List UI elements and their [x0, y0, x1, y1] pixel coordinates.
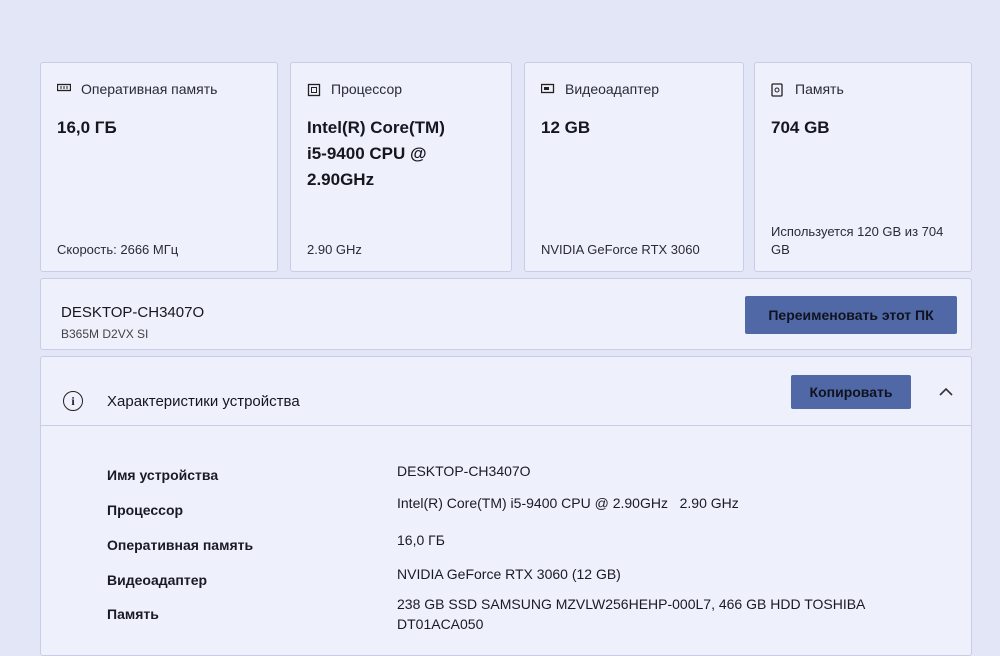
spec-label-storage: Память	[107, 606, 159, 622]
device-specs-title: Характеристики устройства	[107, 393, 300, 410]
ram-card: Оперативная память 16,0 ГБ Скорость: 266…	[40, 62, 278, 272]
storage-card: Память 704 GB Используется 120 GB из 704…	[754, 62, 972, 272]
storage-card-header: Память	[771, 81, 844, 97]
device-specs-header[interactable]: i Характеристики устройства Копировать	[41, 357, 971, 426]
storage-card-usage: Используется 120 GB из 704 GB	[771, 223, 943, 259]
ram-card-title: Оперативная память	[81, 81, 218, 97]
spec-value-ram: 16,0 ГБ	[397, 532, 445, 548]
cpu-card-frequency: 2.90 GHz	[307, 242, 362, 257]
pc-model: B365M D2VX SI	[61, 327, 149, 341]
storage-card-value: 704 GB	[771, 118, 830, 137]
spec-label-gpu: Видеоадаптер	[107, 572, 208, 588]
ram-card-header: Оперативная память	[57, 81, 217, 97]
pc-name-card: DESKTOP-CH3407O B365M D2VX SI Переименов…	[40, 278, 972, 350]
ram-card-speed: Скорость: 2666 МГц	[57, 242, 179, 257]
cpu-card-title: Процессор	[331, 81, 403, 97]
cpu-icon	[307, 83, 321, 97]
storage-card-title: Память	[795, 81, 844, 97]
gpu-card: Видеоадаптер 12 GB NVIDIA GeForce RTX 30…	[524, 62, 744, 272]
spec-value-storage-line2: DT01ACA050	[397, 616, 484, 632]
chevron-up-icon[interactable]	[939, 383, 953, 399]
device-specs-panel: i Характеристики устройства Копировать И…	[40, 356, 972, 656]
spec-value-processor: Intel(R) Core(TM) i5-9400 CPU @ 2.90GHz …	[397, 495, 739, 511]
rename-pc-button[interactable]: Переименовать этот ПК	[745, 296, 957, 334]
spec-value-storage: 238 GB SSD SAMSUNG MZVLW256HEHP-000L7, 4…	[397, 594, 865, 634]
ram-card-value: 16,0 ГБ	[57, 118, 117, 137]
gpu-card-model: NVIDIA GeForce RTX 3060	[541, 242, 700, 257]
spec-label-ram: Оперативная память	[107, 537, 254, 553]
spec-value-gpu: NVIDIA GeForce RTX 3060 (12 GB)	[397, 566, 621, 582]
gpu-card-title: Видеоадаптер	[565, 81, 660, 97]
copy-button[interactable]: Копировать	[791, 375, 911, 409]
storage-usage-line1: Используется 120 GB из 704	[771, 224, 944, 239]
cpu-card-value-line1: Intel(R) Core(TM)	[307, 118, 445, 137]
gpu-card-header: Видеоадаптер	[541, 81, 659, 97]
cpu-card-value-line2: i5-9400 CPU @	[307, 144, 427, 163]
info-icon: i	[63, 391, 83, 411]
spec-label-processor: Процессор	[107, 502, 184, 518]
spec-value-device-name: DESKTOP-CH3407O	[397, 463, 531, 479]
storage-icon	[771, 83, 785, 97]
storage-usage-line2: GB	[771, 242, 790, 257]
gpu-card-value: 12 GB	[541, 118, 591, 137]
cpu-card-value: Intel(R) Core(TM) i5-9400 CPU @ 2.90GHz	[307, 115, 445, 193]
spec-label-device-name: Имя устройства	[107, 467, 219, 483]
cpu-card-header: Процессор	[307, 81, 402, 97]
ram-icon	[57, 83, 71, 95]
cpu-card-value-line3: 2.90GHz	[307, 170, 375, 189]
pc-name: DESKTOP-CH3407O	[61, 304, 205, 321]
spec-value-storage-line1: 238 GB SSD SAMSUNG MZVLW256HEHP-000L7, 4…	[397, 596, 866, 612]
gpu-icon	[541, 83, 555, 95]
cpu-card: Процессор Intel(R) Core(TM) i5-9400 CPU …	[290, 62, 512, 272]
